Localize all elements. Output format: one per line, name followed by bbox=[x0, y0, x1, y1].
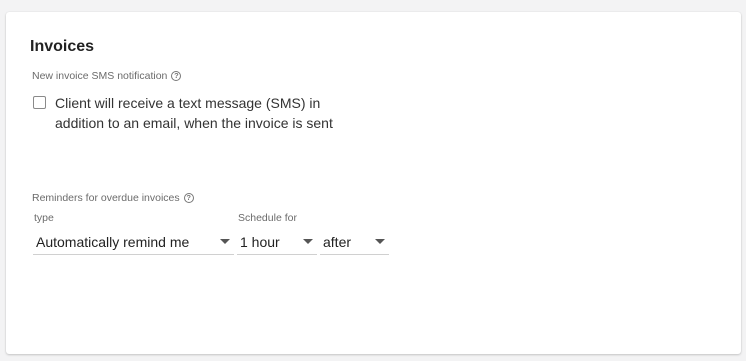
invoices-card: Invoices New invoice SMS notification ? … bbox=[6, 12, 741, 354]
schedule-label: Schedule for bbox=[238, 212, 297, 224]
reminder-type-value: Automatically remind me bbox=[36, 233, 190, 250]
section-title: Invoices bbox=[30, 38, 95, 55]
caret-down-icon bbox=[375, 239, 385, 244]
schedule-timing-select[interactable]: after bbox=[320, 231, 389, 255]
caret-down-icon bbox=[220, 239, 230, 244]
reminders-section-label: Reminders for overdue invoices ? bbox=[32, 192, 194, 204]
caret-down-icon bbox=[303, 239, 313, 244]
schedule-timing-value: after bbox=[323, 233, 352, 250]
schedule-duration-value: 1 hour bbox=[240, 233, 280, 250]
sms-notification-option[interactable]: Client will receive a text message (SMS)… bbox=[33, 93, 365, 133]
reminder-type-select[interactable]: Automatically remind me bbox=[33, 231, 234, 255]
sms-checkbox-label[interactable]: Client will receive a text message (SMS)… bbox=[55, 93, 365, 133]
reminders-section-label-text: Reminders for overdue invoices bbox=[32, 192, 180, 204]
schedule-duration-select[interactable]: 1 hour bbox=[237, 231, 317, 255]
help-icon[interactable]: ? bbox=[171, 71, 182, 81]
sms-section-label: New invoice SMS notification ? bbox=[32, 70, 182, 82]
type-label: type bbox=[34, 212, 54, 224]
help-icon[interactable]: ? bbox=[183, 193, 194, 203]
sms-section-label-text: New invoice SMS notification bbox=[32, 70, 168, 82]
sms-checkbox[interactable] bbox=[33, 96, 46, 109]
